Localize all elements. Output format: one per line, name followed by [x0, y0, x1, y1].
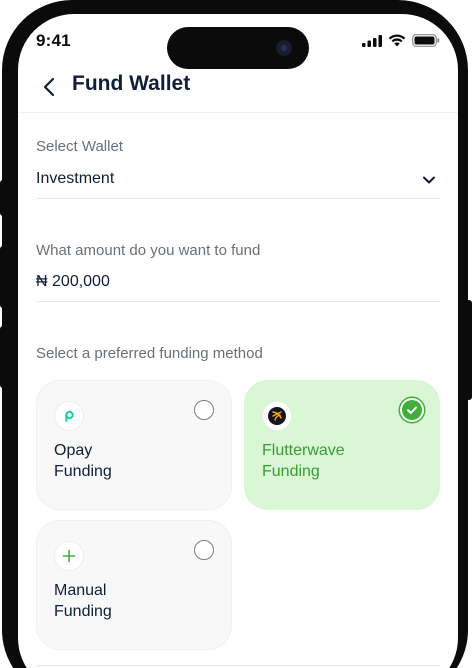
wallet-label: Select Wallet [36, 138, 123, 155]
manual-label-line1: Manual [54, 582, 107, 599]
wallet-underline [36, 198, 440, 199]
status-icons [362, 34, 440, 47]
battery-icon [412, 34, 440, 47]
flutterwave-radio-checked[interactable] [402, 400, 422, 420]
funding-option-flutterwave[interactable]: Flutterwave Funding [244, 380, 440, 510]
flutterwave-label-line2: Funding [262, 463, 320, 480]
opay-label-line2: Funding [54, 463, 112, 480]
page-title: Fund Wallet [72, 72, 191, 95]
check-icon [407, 406, 417, 414]
opay-label-line1: Opay [54, 442, 93, 459]
header: Fund Wallet [18, 66, 458, 112]
amount-input[interactable]: ₦ 200,000 [36, 273, 110, 291]
wallet-select[interactable]: Investment [36, 170, 114, 188]
method-label: Select a preferred funding method [36, 345, 263, 362]
plus-icon [54, 541, 84, 571]
phone-frame: 9:41 Fund Wallet Select Wallet Investmen… [2, 0, 468, 668]
opay-logo-icon [54, 401, 84, 431]
amount-label: What amount do you want to fund [36, 242, 261, 259]
screen: 9:41 Fund Wallet Select Wallet Investmen… [18, 14, 458, 668]
signal-icon [362, 34, 382, 47]
opay-label: Opay Funding [54, 440, 204, 482]
flutterwave-label: Flutterwave Funding [262, 440, 412, 482]
bottom-divider [36, 665, 440, 666]
manual-label-line2: Funding [54, 603, 112, 620]
wifi-icon [388, 34, 406, 47]
manual-radio[interactable] [194, 540, 214, 560]
status-time: 9:41 [36, 31, 71, 50]
opay-radio[interactable] [194, 400, 214, 420]
funding-option-opay[interactable]: Opay Funding [36, 380, 232, 510]
dynamic-island [167, 27, 309, 69]
flutterwave-logo-icon [262, 401, 292, 431]
funding-option-manual[interactable]: Manual Funding [36, 520, 232, 650]
manual-label: Manual Funding [54, 580, 204, 622]
currency-symbol: ₦ [36, 273, 48, 290]
flutterwave-label-line1: Flutterwave [262, 442, 345, 459]
amount-underline [36, 301, 440, 302]
back-arrow-icon[interactable] [40, 74, 60, 100]
chevron-down-icon[interactable] [421, 172, 437, 188]
header-divider [18, 112, 458, 113]
camera-icon [276, 40, 292, 56]
amount-value: 200,000 [52, 273, 110, 290]
